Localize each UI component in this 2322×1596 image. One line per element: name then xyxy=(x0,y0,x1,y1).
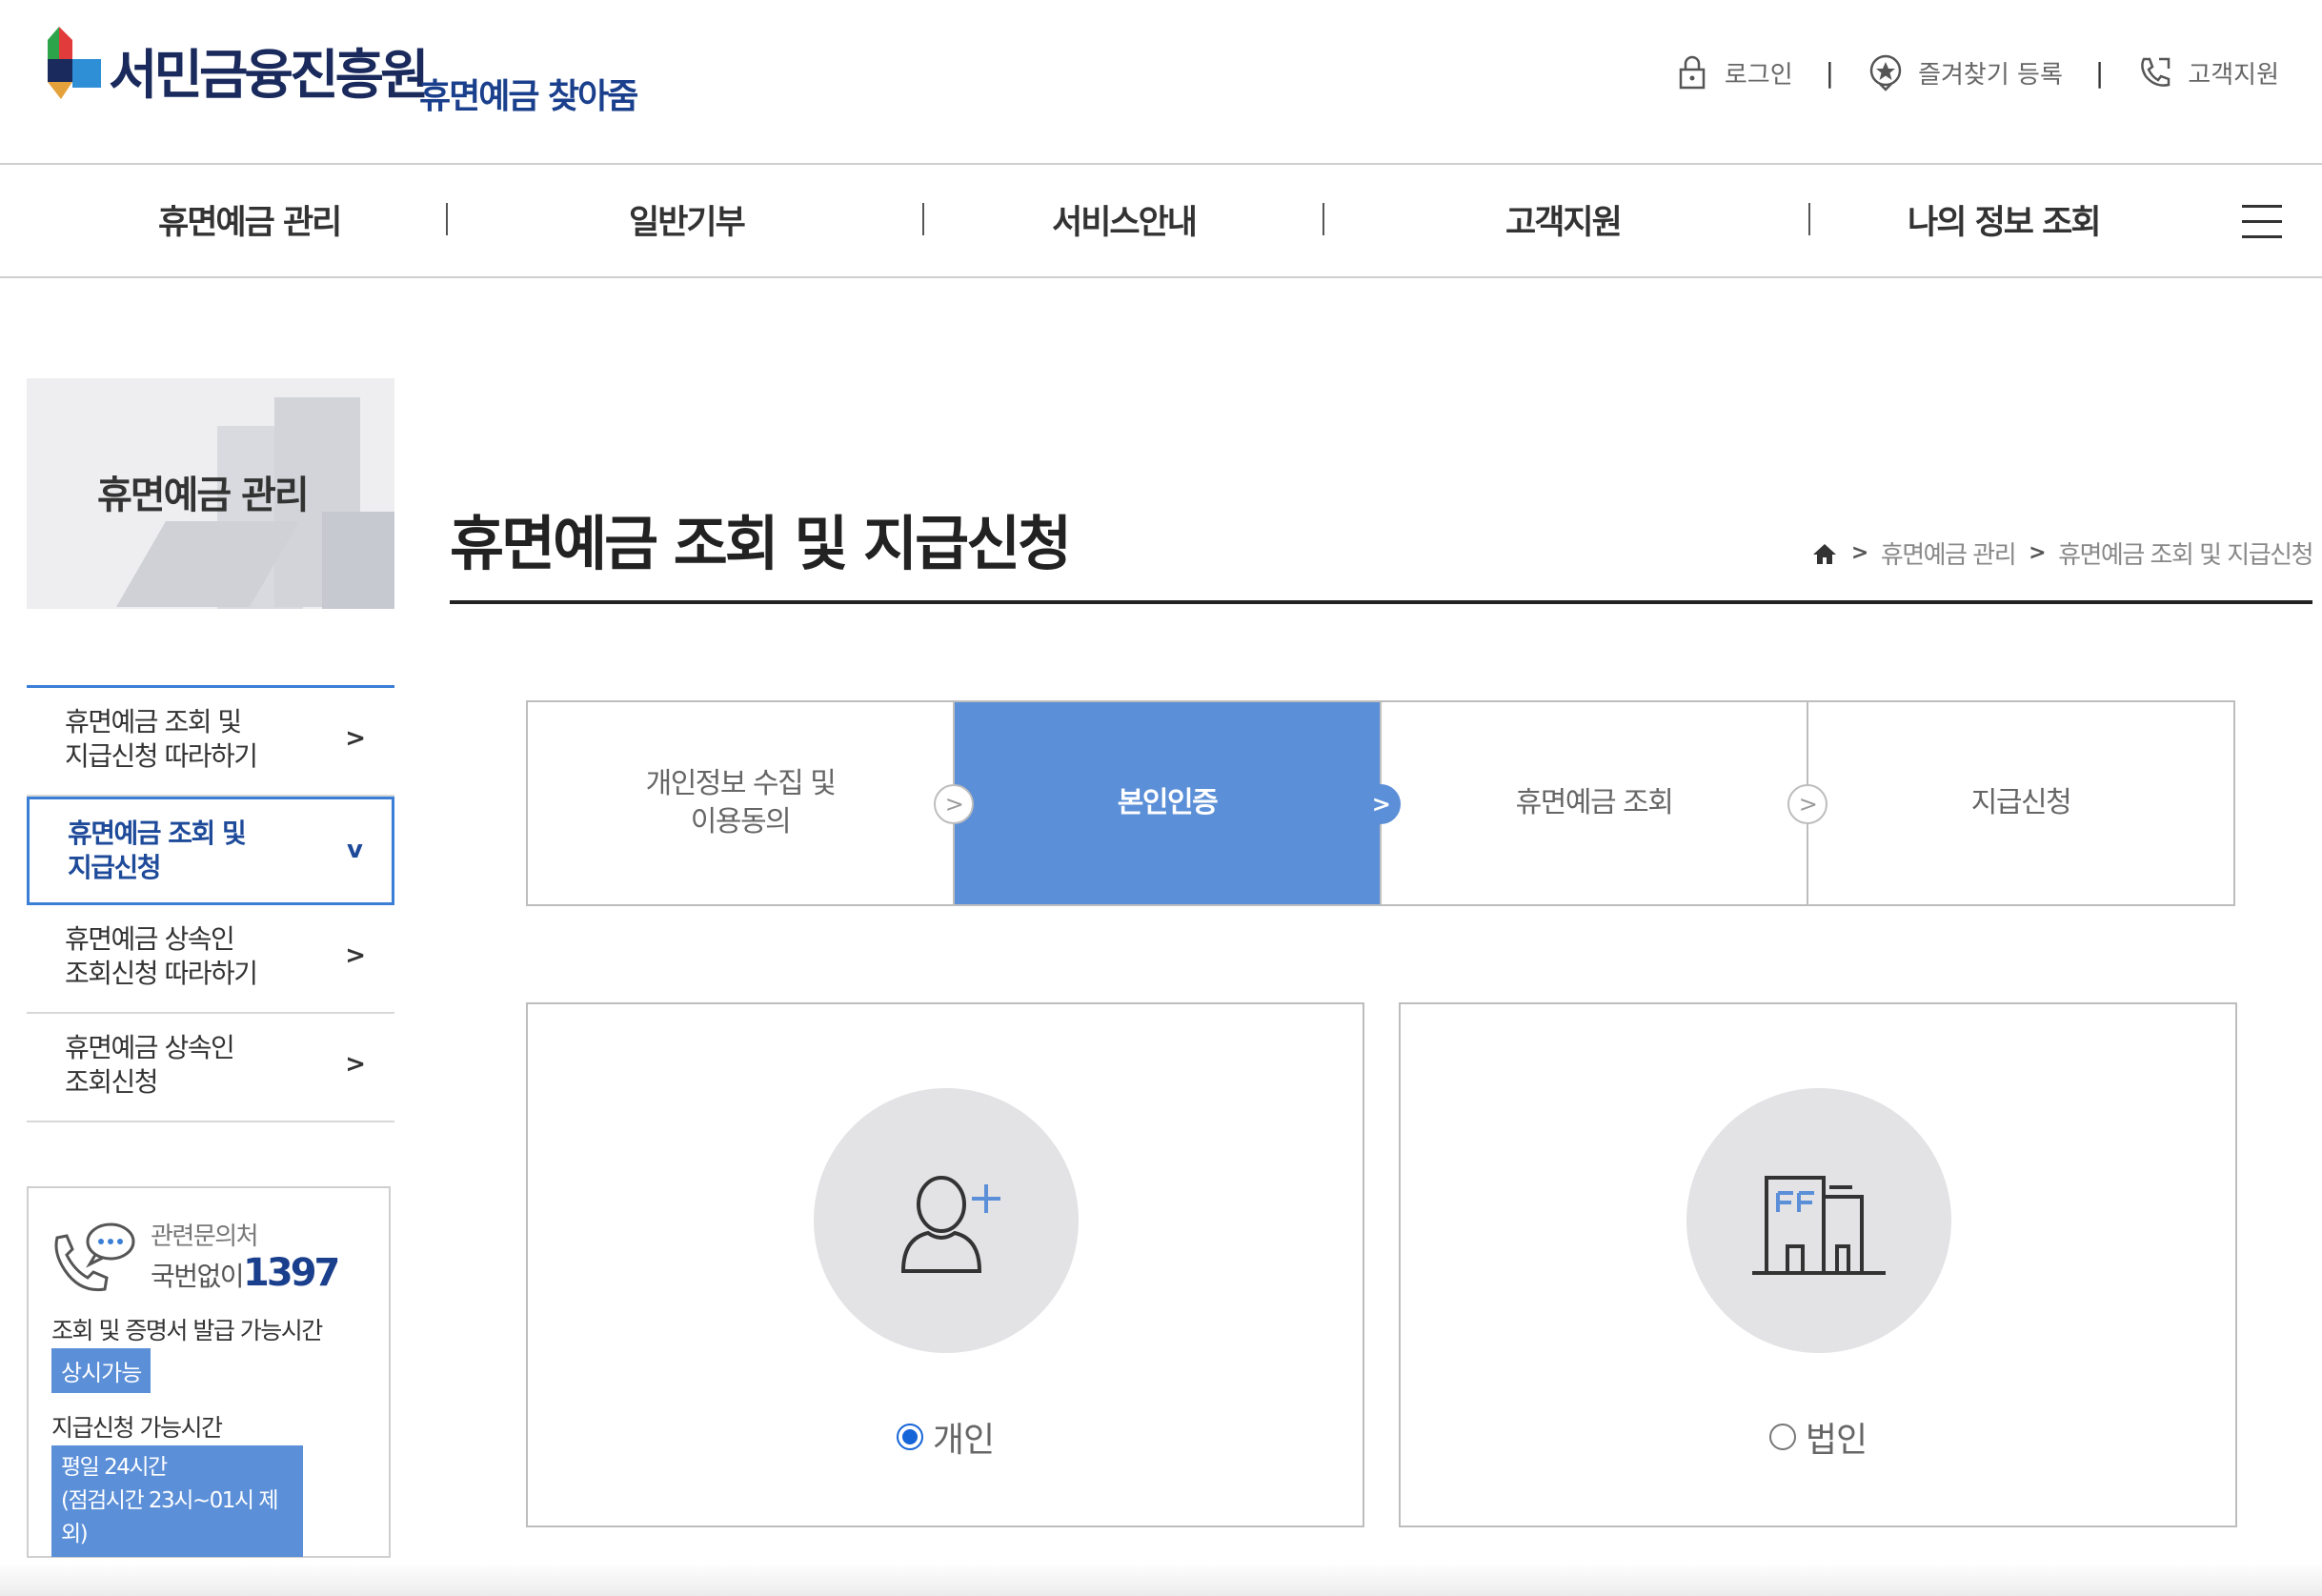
site-header: 서민금융진흥원 휴면예금 찾아줌 로그인 | 즐겨찾기 등록 | 고객지원 xyxy=(0,0,2322,165)
step-identity-verification: 본인인증 > xyxy=(955,702,1382,904)
step-payment-request: 지급신청 xyxy=(1808,702,2233,904)
gnb-item-service-guide[interactable]: 서비스안내 xyxy=(1052,195,1196,244)
bookmark-label: 즐겨찾기 등록 xyxy=(1918,55,2063,91)
page-title: 휴면예금 조회 및 지급신청 xyxy=(450,495,1069,581)
gnb-separator xyxy=(1808,203,1810,235)
step-label: 본인인증 xyxy=(1118,784,1217,822)
breadcrumb: > 휴면예금 관리 > 휴면예금 조회 및 지급신청 xyxy=(1811,535,2312,571)
logo-subtitle: 휴면예금 찾아줌 xyxy=(419,69,636,118)
gnb-item-my-info[interactable]: 나의 정보 조회 xyxy=(1908,195,2100,244)
login-link[interactable]: 로그인 xyxy=(1673,53,1793,91)
radio-button-unchecked[interactable] xyxy=(1769,1424,1796,1450)
gnb-separator xyxy=(1323,203,1324,235)
radio-button-checked[interactable] xyxy=(897,1424,923,1450)
radio-label: 개인 xyxy=(933,1412,994,1462)
payment-hours-label: 지급신청 가능시간 xyxy=(51,1409,221,1444)
option-card-individual[interactable]: 개인 xyxy=(526,1002,1364,1527)
inquiry-hours-label: 조회 및 증명서 발급 가능시간 xyxy=(51,1312,322,1346)
gnb-separator xyxy=(922,203,924,235)
lnb-title: 휴면예금 관리 xyxy=(97,464,308,519)
support-label: 고객지원 xyxy=(2188,55,2279,91)
footer-fade xyxy=(0,1563,2322,1596)
radio-corporate[interactable]: 법인 xyxy=(1401,1412,2235,1462)
gnb-item-customer-support[interactable]: 고객지원 xyxy=(1505,195,1621,244)
chevron-right-icon: > xyxy=(1361,784,1401,824)
option-card-corporate[interactable]: 법인 xyxy=(1399,1002,2237,1527)
side-menu: 휴면예금 조회 및 지급신청 따라하기 > 휴면예금 조회 및 지급신청 v 휴… xyxy=(27,685,394,1122)
logo-mark-icon xyxy=(27,27,103,103)
global-nav: 휴면예금 관리 일반기부 서비스안내 고객지원 나의 정보 조회 xyxy=(0,167,2322,278)
building-icon xyxy=(1738,1140,1900,1302)
option-icon-circle xyxy=(1686,1088,1951,1353)
bookmark-link[interactable]: 즐겨찾기 등록 xyxy=(1867,53,2063,91)
chevron-right-icon: > xyxy=(345,724,366,753)
contact-number: 국번없이1397 xyxy=(151,1251,337,1295)
breadcrumb-separator: > xyxy=(1851,541,1868,565)
contact-info-box: 관련문의처 국번없이1397 조회 및 증명서 발급 가능시간 상시가능 지급신… xyxy=(27,1186,391,1558)
phone-chat-icon xyxy=(48,1217,143,1303)
side-menu-item-label: 휴면예금 상속인 조회신청 xyxy=(65,1031,233,1100)
radio-label: 법인 xyxy=(1806,1412,1867,1462)
inquiry-hours-badge: 상시가능 xyxy=(51,1348,151,1393)
contact-number-value: 1397 xyxy=(243,1251,337,1295)
gnb-separator xyxy=(446,203,448,235)
side-menu-item-inquiry-apply[interactable]: 휴면예금 조회 및 지급신청 v xyxy=(27,797,394,905)
option-icon-circle xyxy=(814,1088,1079,1353)
side-menu-item-label: 휴면예금 조회 및 지급신청 xyxy=(68,817,245,885)
step-dormant-inquiry: 휴면예금 조회 > xyxy=(1382,702,1808,904)
login-label: 로그인 xyxy=(1725,55,1793,91)
step-consent: 개인정보 수집 및 이용동의 > xyxy=(528,702,955,904)
step-label: 개인정보 수집 및 이용동의 xyxy=(646,765,836,841)
title-divider xyxy=(450,600,2312,604)
hamburger-menu-icon[interactable] xyxy=(2242,205,2282,239)
util-separator: | xyxy=(1826,57,1834,89)
lnb-title-banner: 휴면예금 관리 xyxy=(27,378,394,609)
contact-prefix: 국번없이 xyxy=(151,1261,243,1292)
chevron-right-icon: > xyxy=(1787,784,1827,824)
contact-label: 관련문의처 xyxy=(151,1217,257,1252)
utility-menu: 로그인 | 즐겨찾기 등록 | 고객지원 xyxy=(1673,53,2279,91)
home-icon[interactable] xyxy=(1811,540,1838,567)
breadcrumb-item[interactable]: 휴면예금 관리 xyxy=(1881,535,2015,571)
payment-hours-badge: 평일 24시간 (점검시간 23시~01시 제외) xyxy=(51,1445,303,1557)
breadcrumb-separator: > xyxy=(2029,541,2045,565)
lock-icon xyxy=(1673,53,1711,91)
chevron-right-icon: > xyxy=(345,1050,366,1079)
util-separator: | xyxy=(2095,57,2104,89)
person-add-icon xyxy=(865,1140,1027,1302)
chevron-down-icon: v xyxy=(347,836,363,864)
side-menu-item-label: 휴면예금 조회 및 지급신청 따라하기 xyxy=(65,705,256,774)
chevron-right-icon: > xyxy=(934,784,974,824)
step-label: 지급신청 xyxy=(1971,784,2070,822)
step-indicator: 개인정보 수집 및 이용동의 > 본인인증 > 휴면예금 조회 > 지급신청 xyxy=(526,700,2235,906)
star-badge-icon xyxy=(1867,53,1905,91)
gnb-item-dormant-deposit[interactable]: 휴면예금 관리 xyxy=(158,195,340,244)
support-link[interactable]: 고객지원 xyxy=(2136,53,2279,91)
side-menu-item-heir-inquiry[interactable]: 휴면예금 상속인 조회신청 > xyxy=(27,1014,394,1122)
logo-text: 서민금융진흥원 xyxy=(109,32,426,110)
side-menu-item-heir-guide[interactable]: 휴면예금 상속인 조회신청 따라하기 > xyxy=(27,905,394,1014)
side-menu-item-label: 휴면예금 상속인 조회신청 따라하기 xyxy=(65,922,256,991)
phone-icon xyxy=(2136,53,2174,91)
side-menu-item-guide[interactable]: 휴면예금 조회 및 지급신청 따라하기 > xyxy=(27,688,394,797)
radio-individual[interactable]: 개인 xyxy=(528,1412,1363,1462)
chevron-right-icon: > xyxy=(345,941,366,970)
step-label: 휴면예금 조회 xyxy=(1516,784,1673,822)
breadcrumb-item-current: 휴면예금 조회 및 지급신청 xyxy=(2058,535,2312,571)
gnb-item-donation[interactable]: 일반기부 xyxy=(629,195,744,244)
